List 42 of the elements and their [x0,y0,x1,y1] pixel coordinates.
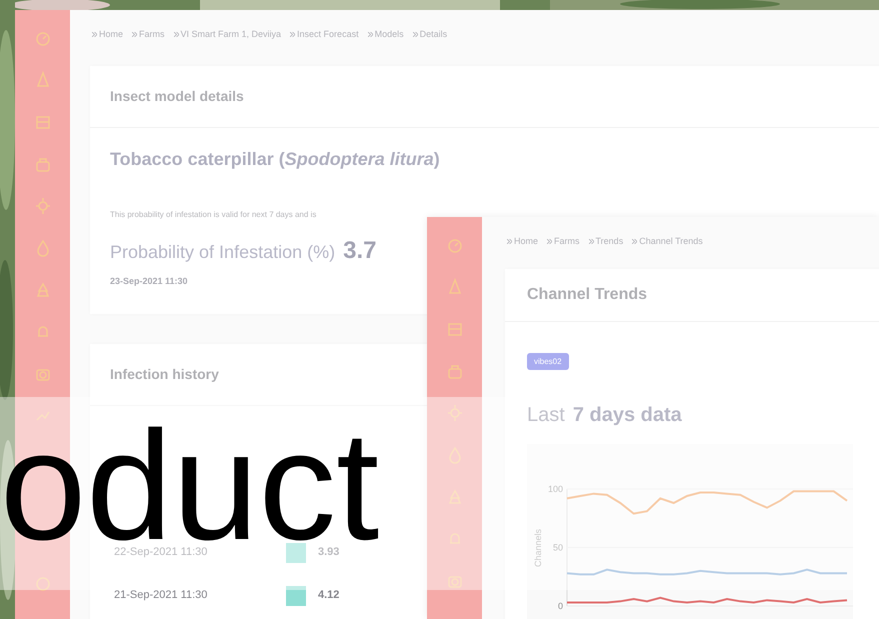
timestamp: 23-Sep-2021 11:30 [110,274,188,288]
breadcrumb-link[interactable]: Farms [554,235,580,248]
chevron-icon [368,32,373,38]
axis-label: 50 [552,542,563,552]
breadcrumb-link[interactable]: Trends [596,235,624,248]
axis-label: 100 [548,484,563,494]
chevron-icon [547,239,552,244]
card-header: Infection history [110,365,219,384]
value-swatch [286,586,306,606]
breadcrumb-link[interactable]: Home [99,28,124,42]
breadcrumb-link[interactable]: Channel Trends [639,235,703,248]
sun-icon[interactable] [34,196,52,216]
probability-label: Probability of Infestation (%) [110,240,336,264]
channel-badge[interactable]: vibes02 [527,352,569,370]
probability-value: 3.7 [343,236,376,266]
chevron-icon [290,32,296,38]
headline: oduct [0,424,380,548]
breadcrumb-link[interactable]: Models [374,28,404,42]
card-header: Insect model details [110,86,244,106]
insect-name: Tobacco caterpillar (Spodoptera litura) [110,148,440,171]
table-cell-text: 22-Sep-2021 11:30 [114,545,208,560]
chevron-icon [507,239,512,244]
section-title: Last [527,402,565,428]
table-cell-text: 21-Sep-2021 11:30 [114,588,208,604]
chevron-icon [412,32,418,38]
breadcrumb-link[interactable]: Farms [139,28,165,42]
card-header: Channel Trends [527,284,648,304]
validity-note: This probability of infestation is valid for next 7 days and is [110,208,316,220]
table-cell-text: 3.93 [318,545,340,560]
table-cell-text: 4.12 [318,588,340,604]
chevron-icon [174,32,179,38]
section-title: 7 days data [572,402,682,428]
value-swatch [286,542,306,562]
chevron-icon [588,239,594,244]
breadcrumb-link[interactable]: Details [420,28,448,42]
chevron-icon [132,32,138,38]
breadcrumb-link[interactable]: VI Smart Farm 1, Deviiya [180,28,282,42]
chevron-icon [92,32,97,38]
axis-label: 0 [558,600,563,610]
chevron-icon [632,239,638,244]
breadcrumb-link[interactable]: Insect Forecast [297,28,359,42]
breadcrumb-link[interactable]: Home [514,235,538,248]
